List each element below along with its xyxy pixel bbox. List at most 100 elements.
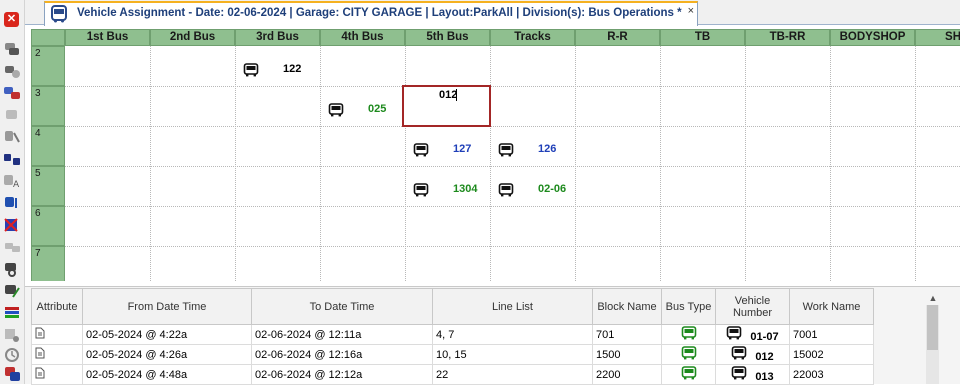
bus-sort-icon[interactable] (3, 194, 21, 212)
header-line-list[interactable]: Line List (432, 288, 593, 325)
text-caret (456, 89, 457, 101)
vehicle-number: 1304 (453, 183, 478, 195)
tab-close-button[interactable]: × (688, 5, 694, 17)
header-work-name[interactable]: Work Name (789, 288, 874, 325)
parked-vehicle[interactable]: 02-06 (498, 179, 573, 199)
attribute-cell[interactable] (31, 364, 83, 385)
bus-move-icon[interactable] (3, 238, 21, 256)
header-attribute[interactable]: Attribute (31, 288, 83, 325)
block-name-cell: 1500 (592, 344, 662, 365)
row-header[interactable]: 6 (31, 206, 65, 246)
grid-row-line (65, 206, 960, 207)
table-header-row: Attribute From Date Time To Date Time Li… (31, 288, 874, 325)
column-header[interactable]: BODYSHOP (830, 29, 915, 46)
bus-icon (243, 63, 259, 77)
column-header[interactable]: 3rd Bus (235, 29, 320, 46)
column-header[interactable]: R-R (575, 29, 660, 46)
bus-stack-icon[interactable] (3, 40, 21, 58)
column-header[interactable]: SHO (915, 29, 960, 46)
row-header[interactable]: 4 (31, 126, 65, 166)
vehicle-number-cell: 013 (715, 364, 790, 385)
attribute-cell[interactable] (31, 344, 83, 365)
scroll-up-button[interactable]: ▲ (925, 291, 941, 305)
bus-edit-icon[interactable] (3, 282, 21, 300)
column-header[interactable]: 4th Bus (320, 29, 405, 46)
grid-row-line (65, 166, 960, 167)
table-row[interactable]: 02-05-2024 @ 4:22a 02-06-2024 @ 12:11a 4, … (31, 324, 874, 345)
vertical-scrollbar[interactable] (926, 305, 939, 384)
parked-vehicle[interactable]: 127 (413, 139, 488, 159)
line-list-cell: 22 (432, 364, 593, 385)
bus-route-icon[interactable] (3, 84, 21, 102)
parked-vehicle[interactable]: 126 (498, 139, 573, 159)
work-name-cell: 7001 (789, 324, 874, 345)
close-panel-button[interactable]: ✕ (4, 12, 19, 27)
vehicle-number: 126 (538, 143, 557, 155)
column-header[interactable]: 1st Bus (65, 29, 150, 46)
bus-icon (498, 183, 514, 197)
bus-disabled-icon[interactable] (3, 106, 21, 124)
table-row[interactable]: 02-05-2024 @ 4:26a 02-06-2024 @ 12:16a 10,… (31, 344, 874, 365)
parked-vehicle[interactable]: 122 (243, 59, 318, 79)
column-header[interactable]: 2nd Bus (150, 29, 235, 46)
vehicle-number-text: 01-07 (750, 331, 779, 343)
vehicle-edit-input[interactable]: 012 (439, 89, 457, 101)
bus-chain-icon[interactable] (3, 260, 21, 278)
bus-type-cell (661, 344, 716, 365)
tab-title: Vehicle Assignment - Date: 02-06-2024 | … (77, 7, 682, 19)
grid-row-line (65, 246, 960, 247)
document-icon[interactable] (35, 347, 45, 359)
column-header[interactable]: TB-RR (745, 29, 830, 46)
scrollbar-thumb[interactable] (927, 305, 938, 350)
column-header[interactable]: 5th Bus (405, 29, 490, 46)
line-list-cell: 10, 15 (432, 344, 593, 365)
green-bus-icon (681, 346, 696, 360)
row-header[interactable]: 2 (31, 46, 65, 86)
bus-remove-icon[interactable] (3, 216, 21, 234)
vehicle-number-text: 012 (755, 351, 774, 363)
vehicle-number-cell: 01-07 (715, 324, 790, 345)
bus-icon (498, 143, 514, 157)
bus-tools-icon[interactable] (3, 128, 21, 146)
bus-network-icon[interactable] (3, 150, 21, 168)
bus-icon (51, 5, 67, 23)
work-name-cell: 15002 (789, 344, 874, 365)
left-toolbar: ✕ A (0, 0, 25, 384)
vehicle-number: 025 (368, 103, 387, 115)
work-name-cell: 22003 (789, 364, 874, 385)
bus-type-cell (661, 364, 716, 385)
bus-type-cell (661, 324, 716, 345)
header-to-date-time[interactable]: To Date Time (251, 288, 433, 325)
bus-attribute-icon[interactable]: A (3, 172, 21, 190)
bus-report-icon[interactable] (3, 364, 21, 382)
header-bus-type[interactable]: Bus Type (661, 288, 716, 325)
bus-icon (732, 346, 747, 360)
header-block-name[interactable]: Block Name (592, 288, 662, 325)
row-header[interactable]: 3 (31, 86, 65, 126)
bus-swap-icon[interactable] (3, 62, 21, 80)
parked-vehicle[interactable]: 1304 (413, 179, 488, 199)
row-header[interactable]: 7 (31, 246, 65, 281)
document-icon[interactable] (35, 327, 45, 339)
parked-vehicle[interactable]: 025 (328, 99, 403, 119)
header-from-date-time[interactable]: From Date Time (82, 288, 252, 325)
block-name-cell: 701 (592, 324, 662, 345)
column-header[interactable]: TB (660, 29, 745, 46)
header-vehicle-number[interactable]: Vehicle Number (715, 288, 790, 325)
column-header[interactable]: Tracks (490, 29, 575, 46)
table-body: 02-05-2024 @ 4:22a 02-06-2024 @ 12:11a 4, … (31, 324, 874, 385)
tab-vehicle-assignment[interactable]: Vehicle Assignment - Date: 02-06-2024 | … (44, 1, 698, 26)
vehicle-number: 127 (453, 143, 472, 155)
row-header[interactable]: 5 (31, 166, 65, 206)
grid-settings-icon[interactable] (3, 326, 21, 344)
from-date-time-cell: 02-05-2024 @ 4:48a (82, 364, 252, 385)
attribute-cell[interactable] (31, 324, 83, 345)
color-bars-icon[interactable] (3, 304, 21, 322)
svg-text:A: A (13, 180, 20, 190)
grid-row-line (65, 86, 960, 87)
document-icon[interactable] (35, 367, 45, 379)
bus-icon (413, 183, 429, 197)
table-row[interactable]: 02-05-2024 @ 4:48a 02-06-2024 @ 12:12a 22 2… (31, 364, 874, 385)
vehicle-edit-cell[interactable]: 012 (402, 85, 491, 127)
bus-history-icon[interactable] (3, 346, 21, 364)
